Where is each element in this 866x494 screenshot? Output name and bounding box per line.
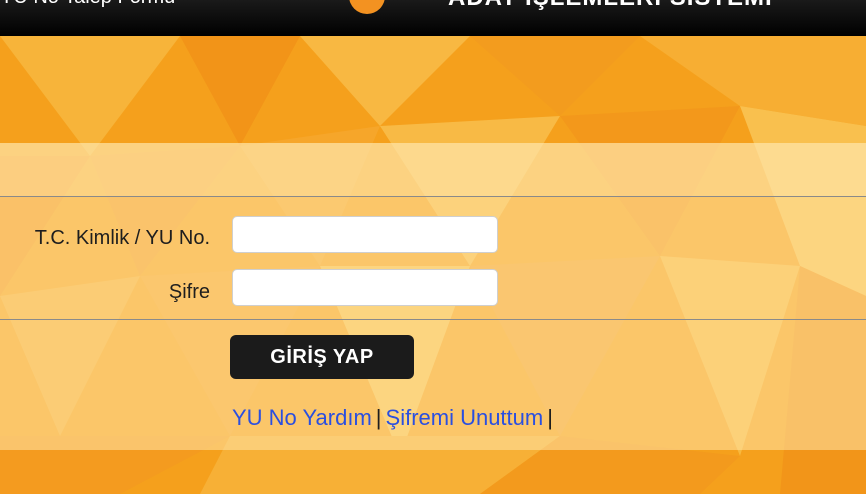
forgot-password-link[interactable]: Şifremi Unuttum xyxy=(386,405,544,430)
yu-no-help-link[interactable]: YU No Yardım xyxy=(232,405,372,430)
help-links: YU No Yardım | Şifremi Unuttum | xyxy=(232,405,557,431)
link-separator: | xyxy=(375,405,382,430)
login-panel: T.C. Kimlik / YU No. Şifre GİRİŞ YAP YU … xyxy=(0,143,866,450)
form-divider xyxy=(0,319,866,320)
password-input[interactable] xyxy=(232,269,498,306)
page: YU No Talep Formu ADAY İŞLEMLERİ SİSTEMİ… xyxy=(0,0,866,494)
user-id-input[interactable] xyxy=(232,216,498,253)
login-button[interactable]: GİRİŞ YAP xyxy=(230,335,414,379)
password-label: Şifre xyxy=(168,281,210,303)
login-panel-header xyxy=(0,143,866,197)
yu-no-request-link[interactable]: YU No Talep Formu xyxy=(0,0,175,9)
link-separator-trailing: | xyxy=(547,405,553,430)
system-title: ADAY İŞLEMLERİ SİSTEMİ xyxy=(448,0,773,12)
user-id-label: T.C. Kimlik / YU No. xyxy=(34,227,210,249)
top-header-bar: YU No Talep Formu ADAY İŞLEMLERİ SİSTEMİ xyxy=(0,0,866,36)
logo-dot-icon xyxy=(349,0,385,14)
